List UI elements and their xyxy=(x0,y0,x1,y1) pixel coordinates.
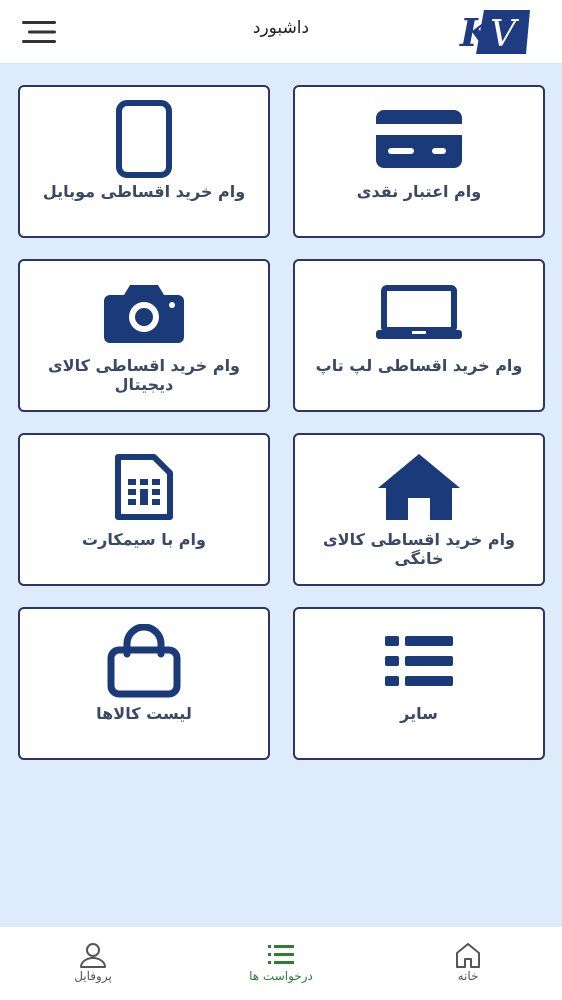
list-icon xyxy=(295,621,543,701)
nav-label: پروفایل xyxy=(74,969,112,983)
sim-card-icon xyxy=(20,447,268,527)
nav-requests[interactable]: درخواست ها xyxy=(221,927,341,1000)
list-outline-icon xyxy=(268,945,294,964)
nav-label: درخواست ها xyxy=(249,969,313,983)
credit-card-icon xyxy=(295,99,543,179)
nav-home[interactable]: خانه xyxy=(408,927,528,1000)
card-label: وام خرید اقساطی کالای خانگی xyxy=(323,530,515,568)
camera-icon xyxy=(20,273,268,353)
home-outline-icon xyxy=(456,943,480,968)
card-label: وام خرید اقساطی کالای دیجیتال xyxy=(48,356,240,394)
nav-label: خانه xyxy=(457,969,479,983)
mobile-phone-icon xyxy=(20,99,268,179)
home-icon xyxy=(295,447,543,527)
card-mobile-installment-loan[interactable]: وام خرید اقساطی موبایل xyxy=(18,85,270,238)
card-label: وام با سیمکارت xyxy=(82,530,206,549)
kv-logo: K V xyxy=(458,10,530,55)
laptop-icon xyxy=(295,273,543,353)
bottom-navigation: پروفایل درخواست ها خانه xyxy=(0,926,562,1000)
card-label: وام خرید اقساطی موبایل xyxy=(42,182,246,201)
card-label: لیست کالاها xyxy=(96,704,192,723)
card-home-appliance-installment-loan[interactable]: وام خرید اقساطی کالای خانگی xyxy=(293,433,545,586)
card-label: سایر xyxy=(400,704,438,723)
card-label: وام اعتبار نقدی xyxy=(356,182,482,201)
svg-text:V: V xyxy=(490,14,520,55)
user-outline-icon xyxy=(80,943,106,968)
card-digital-goods-installment-loan[interactable]: وام خرید اقساطی کالای دیجیتال xyxy=(18,259,270,412)
card-label: وام خرید اقساطی لپ تاپ xyxy=(315,356,523,375)
card-cash-credit-loan[interactable]: وام اعتبار نقدی xyxy=(293,85,545,238)
app-header: داشبورد K V xyxy=(0,0,562,64)
card-sim-card-loan[interactable]: وام با سیمکارت xyxy=(18,433,270,586)
card-product-list[interactable]: لیست کالاها xyxy=(18,607,270,760)
card-other[interactable]: سایر xyxy=(293,607,545,760)
card-laptop-installment-loan[interactable]: وام خرید اقساطی لپ تاپ xyxy=(293,259,545,412)
nav-profile[interactable]: پروفایل xyxy=(33,927,153,1000)
shopping-bag-icon xyxy=(20,621,268,701)
